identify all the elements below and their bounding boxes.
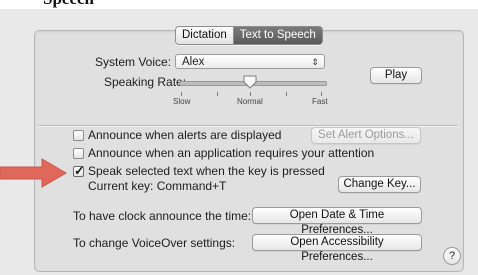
announce-alerts-label: Announce when alerts are displayed — [88, 128, 282, 142]
rate-normal-label: Normal — [237, 97, 263, 106]
system-voice-label: System Voice: — [95, 55, 172, 69]
announce-attention-label: Announce when an application requires yo… — [88, 146, 375, 160]
announce-attention-checkbox[interactable] — [73, 148, 84, 159]
preference-pane: Dictation Text to Speech System Voice: A… — [0, 9, 478, 275]
annotation-arrow-icon — [0, 158, 67, 188]
slider-tick — [250, 92, 251, 96]
clock-label: To have clock announce the time: — [73, 209, 252, 223]
speak-selected-label: Speak selected text when the key is pres… — [88, 164, 325, 178]
rate-slow-label: Slow — [173, 97, 191, 106]
announce-alerts-checkbox[interactable] — [73, 130, 84, 141]
slider-tick — [321, 92, 322, 96]
tab-dictation[interactable]: Dictation — [176, 27, 234, 44]
speaking-rate-label: Speaking Rate: — [104, 75, 187, 89]
speak-selected-checkbox[interactable]: ✓ — [73, 163, 85, 178]
tab-selector: Dictation Text to Speech — [175, 26, 323, 45]
change-key-button[interactable]: Change Key... — [338, 176, 421, 193]
system-voice-value: Alex — [182, 56, 205, 68]
tab-text-to-speech[interactable]: Text to Speech — [233, 27, 322, 44]
system-voice-popup[interactable]: Alex ⇕ — [175, 54, 325, 69]
voiceover-label: To change VoiceOver settings: — [73, 236, 236, 250]
speaking-rate-slider-knob[interactable] — [243, 75, 257, 89]
rate-fast-label: Fast — [312, 97, 328, 106]
open-date-time-preferences-button[interactable]: Open Date & Time Preferences... — [252, 207, 422, 236]
open-accessibility-preferences-button[interactable]: Open Accessibility Preferences... — [252, 234, 422, 263]
updown-chevron-icon: ⇕ — [311, 57, 319, 67]
help-button[interactable]: ? — [443, 247, 461, 265]
checkmark-icon: ✓ — [74, 163, 85, 178]
set-alert-options-button[interactable]: Set Alert Options... — [311, 127, 421, 144]
current-key-label: Current key: Command+T — [88, 179, 227, 193]
slider-tick — [181, 92, 182, 96]
slider-tick — [217, 92, 218, 96]
slider-tick — [286, 92, 287, 96]
play-button[interactable]: Play — [370, 67, 422, 84]
